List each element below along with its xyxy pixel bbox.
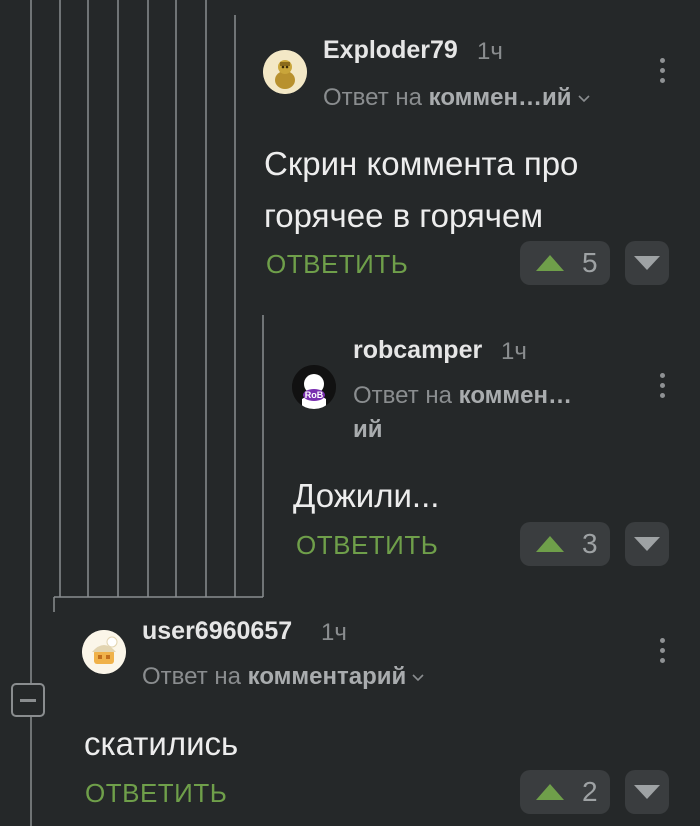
username[interactable]: robcamper	[353, 336, 482, 365]
comment-text-line: Скрин коммента про	[264, 145, 579, 182]
upvote-icon	[536, 536, 564, 552]
reply-target: коммен…ий	[428, 84, 572, 111]
chevron-down-icon	[577, 95, 590, 102]
downvote-icon	[634, 537, 660, 551]
comment-text-line: Дожили...	[293, 477, 440, 514]
thread-lines	[30, 0, 264, 826]
more-vertical-icon[interactable]	[657, 373, 667, 398]
downvote-button[interactable]	[625, 770, 669, 814]
reply-target-continued[interactable]: ий	[353, 416, 383, 444]
comment-time: 1ч	[501, 338, 527, 365]
avatar[interactable]: RoB	[292, 365, 336, 409]
reply-target: коммен…	[458, 382, 573, 409]
reply-target: комментарий	[247, 663, 407, 690]
upvote-icon	[536, 255, 564, 271]
avatar-image: RoB	[292, 365, 336, 409]
more-vertical-icon[interactable]	[657, 58, 667, 83]
upvote-button[interactable]: 5	[520, 241, 610, 285]
avatar-text: RoB	[305, 390, 324, 400]
comment-time: 1ч	[321, 619, 347, 646]
downvote-button[interactable]	[625, 241, 669, 285]
reply-button[interactable]: ОТВЕТИТЬ	[85, 778, 227, 809]
rating-count: 5	[582, 247, 598, 278]
collapse-icon	[20, 698, 36, 702]
downvote-button[interactable]	[625, 522, 669, 566]
reply-prefix: Ответ на	[323, 84, 422, 111]
reply-button[interactable]: ОТВЕТИТЬ	[266, 249, 408, 280]
rating-count: 2	[582, 776, 598, 807]
more-vertical-icon[interactable]	[657, 638, 667, 663]
avatar[interactable]	[263, 50, 307, 94]
avatar-image	[263, 50, 307, 94]
upvote-button[interactable]: 3	[520, 522, 610, 566]
reply-prefix: Ответ на	[353, 382, 452, 409]
reply-to-info[interactable]: Ответ на коммен…ий	[323, 84, 590, 112]
collapse-thread-button[interactable]	[11, 683, 45, 717]
comment-time: 1ч	[477, 38, 503, 65]
comment-text-line: скатились	[84, 725, 239, 762]
reply-button[interactable]: ОТВЕТИТЬ	[296, 530, 438, 561]
username[interactable]: Exploder79	[323, 36, 458, 65]
rating-count: 3	[582, 528, 598, 559]
downvote-icon	[634, 785, 660, 799]
reply-to-info[interactable]: Ответ на коммен…	[353, 382, 572, 410]
downvote-icon	[634, 256, 660, 270]
reply-prefix: Ответ на	[142, 663, 241, 690]
chevron-down-icon	[412, 674, 424, 681]
upvote-icon	[536, 784, 564, 800]
upvote-button[interactable]: 2	[520, 770, 610, 814]
username[interactable]: user6960657	[142, 617, 292, 646]
reply-to-info[interactable]: Ответ на комментарий	[142, 663, 424, 691]
comment-text-line: горячее в горячем	[264, 197, 544, 234]
avatar-image	[82, 630, 126, 674]
avatar[interactable]	[82, 630, 126, 674]
